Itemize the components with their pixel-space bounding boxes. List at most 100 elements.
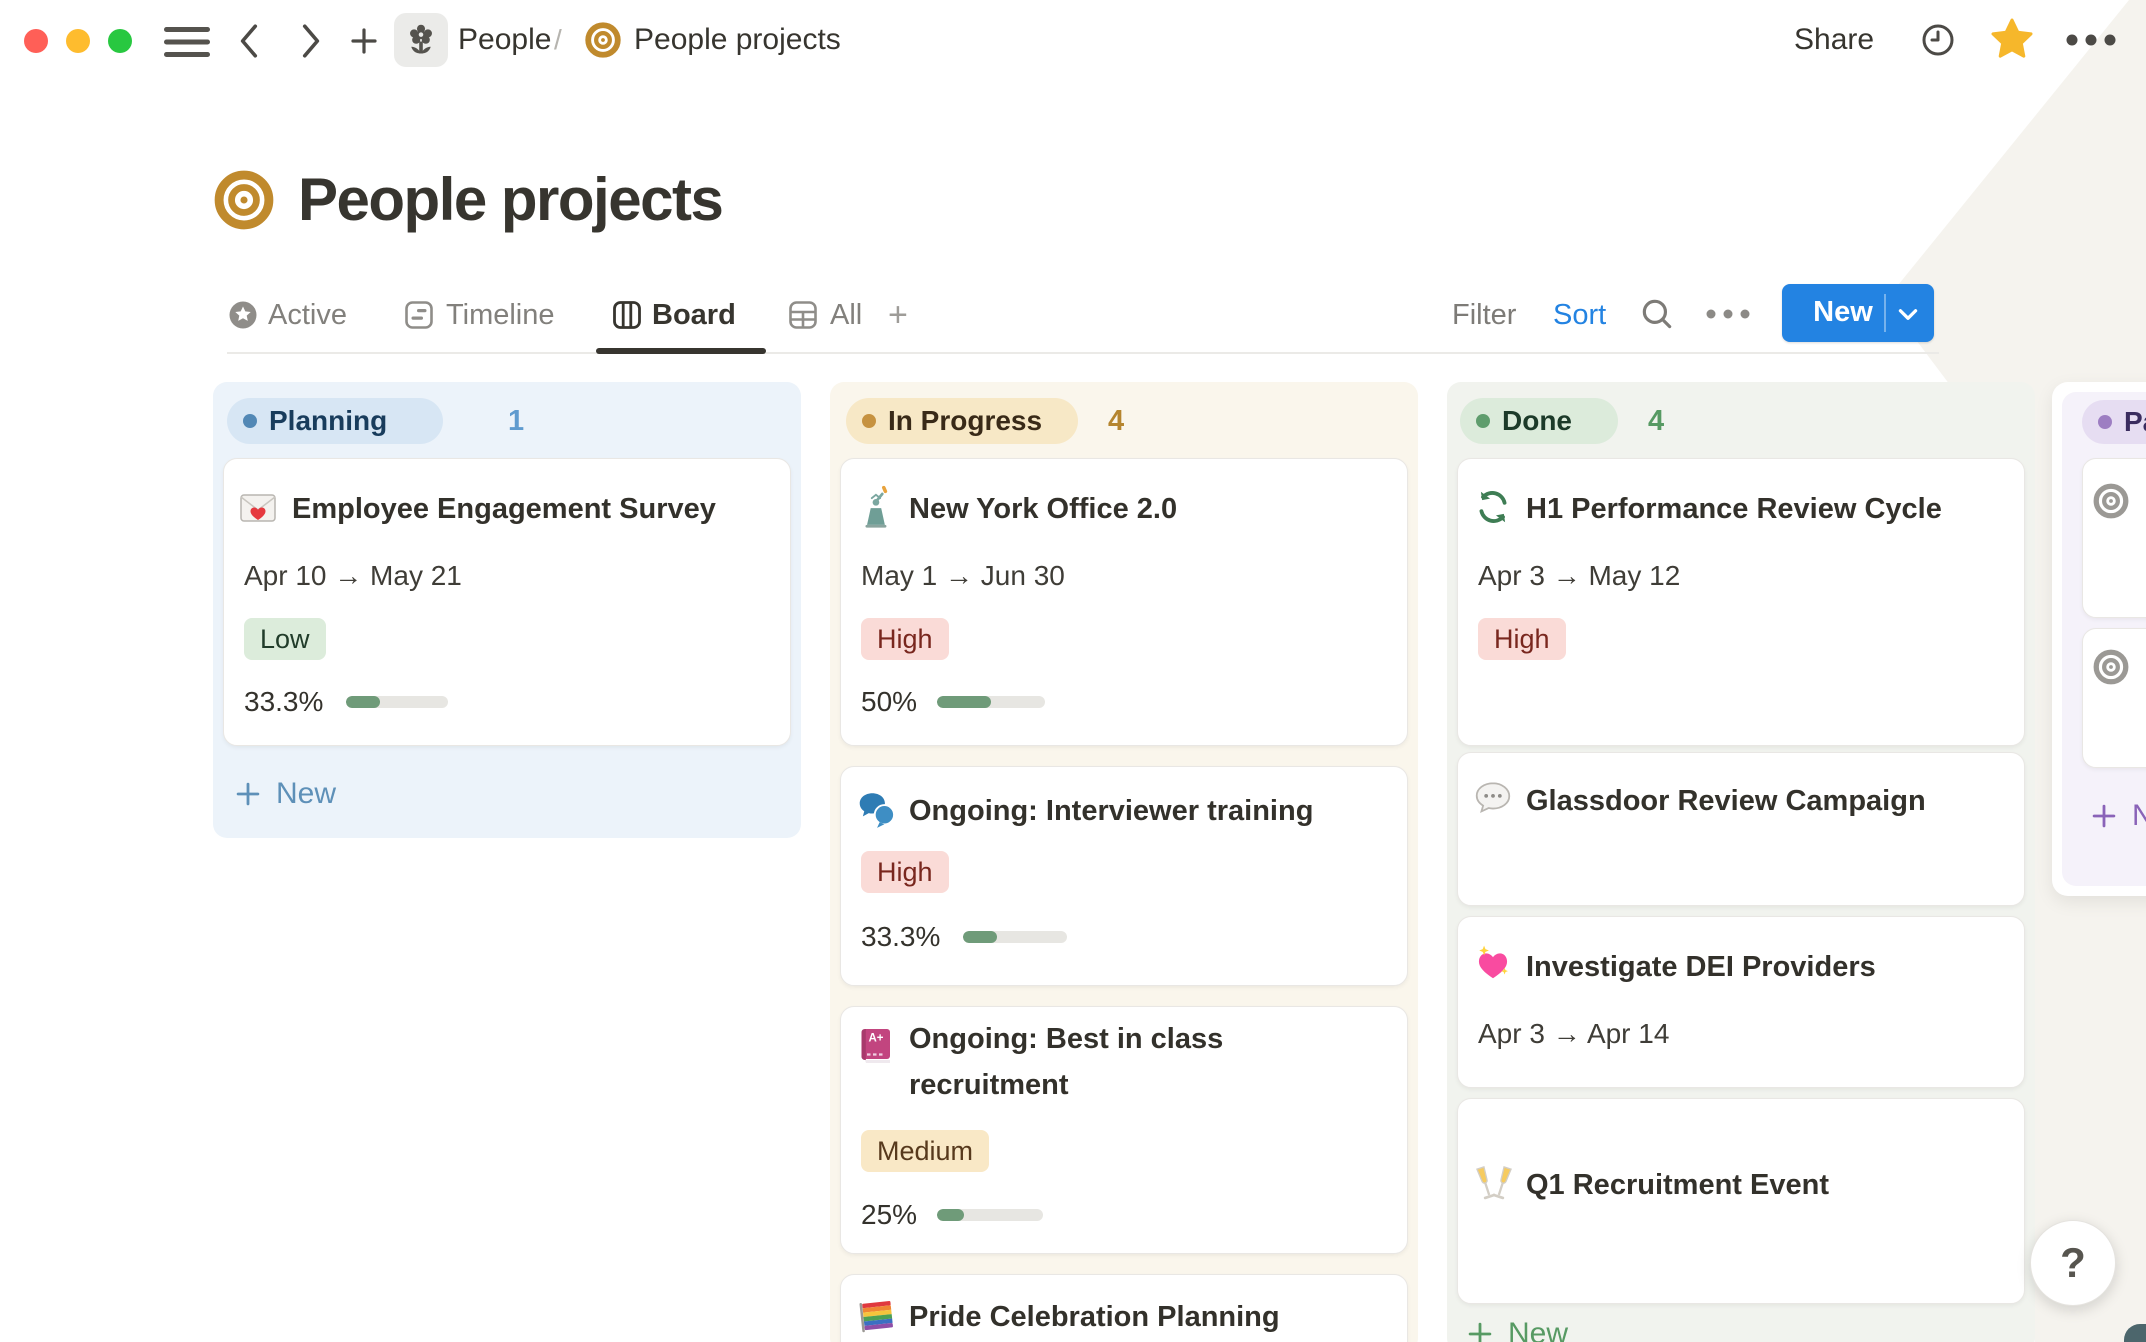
teamspace-icon-box[interactable] bbox=[394, 13, 448, 67]
filter-button[interactable]: Filter bbox=[1452, 292, 1516, 338]
plus-icon bbox=[1468, 1322, 1492, 1342]
card-title: Ongoing: Interviewer training bbox=[909, 795, 1314, 827]
page-title[interactable]: People projects bbox=[298, 156, 724, 244]
card-title: Pride Celebration Planning bbox=[909, 1301, 1280, 1333]
column-done-pill[interactable]: Done bbox=[1460, 398, 1618, 444]
progress-bar-fill bbox=[963, 931, 998, 943]
column-in-progress-name: In Progress bbox=[888, 405, 1043, 436]
tab-active[interactable]: Active bbox=[268, 292, 347, 338]
speech-bubbles-icon bbox=[859, 793, 896, 828]
help-button[interactable]: ? bbox=[2030, 1220, 2116, 1306]
done-new-card-button[interactable]: New bbox=[1508, 1312, 1568, 1342]
plus-icon bbox=[2092, 804, 2116, 828]
add-view-button[interactable]: + bbox=[888, 292, 908, 338]
share-button[interactable]: Share bbox=[1794, 17, 1874, 63]
new-button-divider bbox=[1884, 294, 1886, 332]
chevron-down-icon[interactable] bbox=[1895, 301, 1921, 327]
forward-icon[interactable] bbox=[296, 22, 324, 60]
column-in-progress-pill[interactable]: In Progress bbox=[846, 398, 1078, 444]
book-a-plus-icon: A+ bbox=[861, 1029, 890, 1063]
bullseye-gray-icon bbox=[2093, 483, 2129, 519]
active-tab-underline bbox=[596, 348, 766, 354]
traffic-light-close[interactable] bbox=[24, 29, 48, 53]
progress-label: 50% bbox=[861, 686, 918, 717]
tab-timeline[interactable]: Timeline bbox=[446, 292, 555, 338]
status-dot bbox=[243, 414, 257, 428]
card-glassdoor-review[interactable] bbox=[1457, 752, 2025, 906]
column-paused-pill[interactable]: Pa bbox=[2082, 400, 2146, 444]
card-dates: Apr 10 → May 21 bbox=[244, 560, 462, 591]
new-page-icon[interactable] bbox=[347, 24, 381, 58]
rainbow-flag-icon bbox=[859, 1301, 893, 1333]
paused-new-card-button[interactable]: N bbox=[2132, 794, 2146, 838]
table-icon bbox=[789, 301, 817, 329]
column-done-count: 4 bbox=[1648, 405, 1665, 437]
view-options-icon[interactable] bbox=[1704, 308, 1752, 320]
circled-star-icon bbox=[229, 301, 257, 329]
bullseye-gray-icon bbox=[2093, 649, 2129, 685]
bullseye-icon bbox=[585, 22, 621, 58]
more-options-icon[interactable] bbox=[2060, 33, 2124, 47]
progress-bar-fill bbox=[937, 696, 991, 708]
cycle-arrows-icon bbox=[1479, 491, 1507, 523]
card-title: Glassdoor Review Campaign bbox=[1526, 785, 1926, 817]
column-done-name: Done bbox=[1502, 405, 1572, 436]
card-title: Investigate DEI Providers bbox=[1526, 951, 1876, 983]
tab-board[interactable]: Board bbox=[652, 292, 736, 338]
speech-balloon-icon bbox=[1475, 782, 1511, 814]
status-dot bbox=[1476, 414, 1490, 428]
progress-bar bbox=[937, 696, 1045, 708]
notion-window: People / People projects Share People pr… bbox=[0, 0, 2146, 1342]
progress-bar bbox=[346, 696, 448, 708]
planning-new-card-button[interactable]: New bbox=[276, 772, 336, 816]
progress-label: 25% bbox=[861, 1199, 918, 1230]
breadcrumb-page[interactable]: People projects bbox=[634, 17, 841, 63]
traffic-light-zoom[interactable] bbox=[108, 29, 132, 53]
updates-clock-icon[interactable] bbox=[1920, 22, 1956, 58]
card-title: New York Office 2.0 bbox=[909, 493, 1178, 525]
card-dates: Apr 3 → Apr 14 bbox=[1478, 1018, 1670, 1049]
search-icon[interactable] bbox=[1638, 296, 1676, 334]
card-investigate-dei[interactable] bbox=[1457, 916, 2025, 1088]
priority-tag: High bbox=[861, 618, 949, 660]
board-icon bbox=[613, 301, 641, 329]
priority-tag: Low bbox=[244, 618, 326, 660]
traffic-light-minimize[interactable] bbox=[66, 29, 90, 53]
tabs-divider bbox=[227, 352, 1939, 354]
progress-bar-fill bbox=[937, 1209, 964, 1221]
tab-all[interactable]: All bbox=[830, 292, 862, 338]
status-dot bbox=[862, 414, 876, 428]
column-planning-pill[interactable]: Planning bbox=[227, 398, 443, 444]
timeline-icon bbox=[405, 301, 433, 329]
breadcrumb-separator: / bbox=[554, 24, 562, 55]
priority-tag: High bbox=[1478, 618, 1566, 660]
progress-label: 33.3% bbox=[244, 686, 324, 717]
card-dates: Apr 3 → May 12 bbox=[1478, 560, 1681, 591]
new-button[interactable]: New bbox=[1782, 284, 1934, 342]
progress-bar-fill bbox=[346, 696, 380, 708]
column-paused-name: Pa bbox=[2124, 406, 2146, 437]
svg-text:A+: A+ bbox=[869, 1033, 884, 1045]
card-title: Employee Engagement Survey bbox=[292, 493, 716, 525]
card-title: Ongoing: Best in class recruitment bbox=[909, 1023, 1224, 1101]
progress-bar bbox=[937, 1209, 1043, 1221]
priority-tag: High bbox=[861, 851, 949, 893]
clinking-glasses-icon bbox=[1476, 1166, 1512, 1200]
breadcrumb-team[interactable]: People bbox=[458, 17, 551, 63]
card-title: Q1 Recruitment Event bbox=[1526, 1169, 1829, 1201]
new-button-label: New bbox=[1813, 296, 1873, 328]
favorite-star-icon[interactable] bbox=[1988, 15, 2036, 63]
column-planning-count: 1 bbox=[508, 405, 525, 437]
flower-icon bbox=[410, 24, 432, 54]
progress-bar bbox=[963, 931, 1067, 943]
card-title: H1 Performance Review Cycle bbox=[1526, 493, 1942, 525]
page-icon-bullseye[interactable] bbox=[212, 168, 276, 232]
card-dates: May 1 → Jun 30 bbox=[861, 560, 1065, 591]
priority-tag: Medium bbox=[861, 1130, 990, 1172]
love-letter-icon bbox=[240, 494, 276, 522]
sidebar-menu-icon[interactable] bbox=[164, 26, 210, 58]
sort-button[interactable]: Sort bbox=[1553, 292, 1606, 338]
back-icon[interactable] bbox=[236, 22, 264, 60]
column-in-progress-count: 4 bbox=[1108, 405, 1125, 437]
plus-icon bbox=[236, 782, 260, 806]
